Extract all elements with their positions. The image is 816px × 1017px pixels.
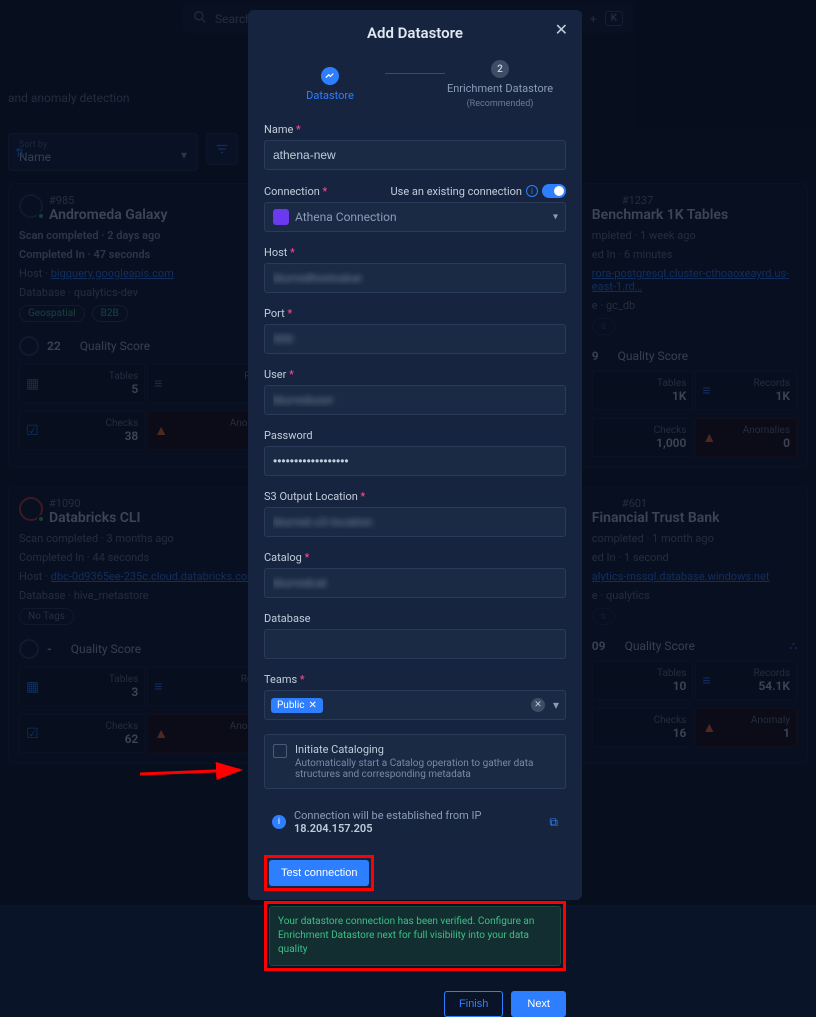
chip-remove-icon[interactable]: ✕ xyxy=(309,700,317,711)
chip-label: Public xyxy=(277,700,305,711)
name-label: Name * xyxy=(264,123,566,136)
database-input[interactable] xyxy=(264,629,566,659)
name-input[interactable] xyxy=(264,140,566,170)
ip-address: 18.204.157.205 xyxy=(294,822,373,835)
catalog-label: Catalog * xyxy=(264,551,566,564)
close-icon[interactable]: ✕ xyxy=(555,20,568,39)
host-input[interactable] xyxy=(264,263,566,293)
copy-icon[interactable]: ⧉ xyxy=(549,815,558,830)
initiate-checkbox[interactable] xyxy=(273,744,287,758)
connection-select[interactable]: Athena Connection xyxy=(264,202,566,232)
step-1-label: Datastore xyxy=(306,89,354,102)
step-line xyxy=(385,73,445,74)
test-connection-highlight: Test connection xyxy=(264,855,374,891)
add-datastore-modal: ✕ Add Datastore Datastore 2 Enrichment D… xyxy=(248,10,582,900)
finish-button[interactable]: Finish xyxy=(444,991,503,1017)
s3-input[interactable] xyxy=(264,507,566,537)
s3-label: S3 Output Location * xyxy=(264,490,566,503)
chevron-down-icon[interactable]: ▾ xyxy=(553,698,559,712)
password-input[interactable] xyxy=(264,446,566,476)
connection-label: Connection * xyxy=(264,185,327,198)
success-highlight: Your datastore connection has been verif… xyxy=(264,901,566,971)
step-2-sub: (Recommended) xyxy=(467,99,534,109)
database-label: Database xyxy=(264,612,566,625)
step-2-icon[interactable]: 2 xyxy=(491,60,509,78)
test-connection-button[interactable]: Test connection xyxy=(269,860,369,886)
teams-label: Teams * xyxy=(264,673,566,686)
password-label: Password xyxy=(264,429,566,442)
port-input[interactable] xyxy=(264,324,566,354)
host-label: Host * xyxy=(264,246,566,259)
use-existing-toggle[interactable] xyxy=(542,184,566,198)
modal-title: Add Datastore xyxy=(264,24,566,42)
user-label: User * xyxy=(264,368,566,381)
connection-value: Athena Connection xyxy=(295,210,397,224)
catalog-input[interactable] xyxy=(264,568,566,598)
team-chip-public[interactable]: Public ✕ xyxy=(271,698,323,713)
step-1-icon[interactable] xyxy=(321,67,339,85)
info-icon[interactable]: i xyxy=(526,185,538,197)
stepper: Datastore 2 Enrichment Datastore (Recomm… xyxy=(264,60,566,109)
info-icon: i xyxy=(272,815,286,829)
step-2-label: Enrichment Datastore xyxy=(447,82,553,95)
ip-info-text: Connection will be established from IP xyxy=(294,809,481,822)
ip-info-block: i Connection will be established from IP… xyxy=(264,801,566,843)
user-input[interactable] xyxy=(264,385,566,415)
success-message: Your datastore connection has been verif… xyxy=(269,906,561,966)
teams-input[interactable]: Public ✕ ✕ ▾ xyxy=(264,690,566,720)
initiate-cataloging-block[interactable]: Initiate Cataloging Automatically start … xyxy=(264,734,566,789)
clear-teams-icon[interactable]: ✕ xyxy=(531,698,545,712)
port-label: Port * xyxy=(264,307,566,320)
athena-icon xyxy=(273,209,289,225)
next-button[interactable]: Next xyxy=(511,991,566,1017)
initiate-label: Initiate Cataloging xyxy=(295,743,557,756)
use-existing-label: Use an existing connection xyxy=(391,185,522,198)
initiate-desc: Automatically start a Catalog operation … xyxy=(295,758,557,780)
